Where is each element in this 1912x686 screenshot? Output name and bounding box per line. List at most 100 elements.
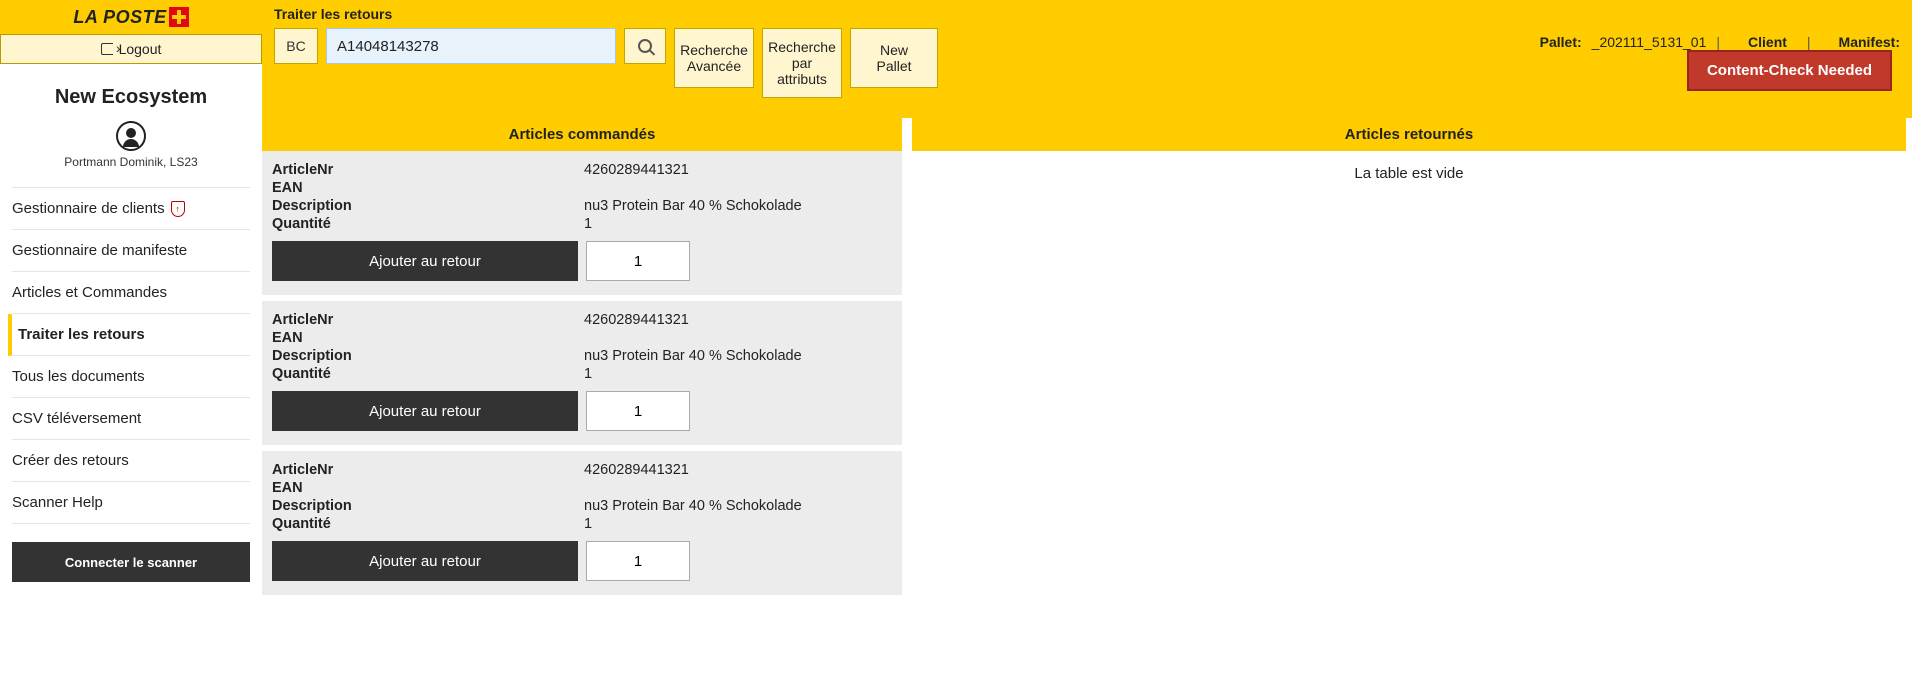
topbar: Traiter les retours BC Recherche Avancée…: [262, 0, 1912, 118]
article-actions: Ajouter au retour: [272, 391, 892, 431]
field-label: ArticleNr: [272, 162, 584, 178]
sidebar-item-label: Gestionnaire de clients: [12, 200, 165, 217]
logout-label: Logout: [119, 41, 162, 57]
sidebar-item-label: Scanner Help: [12, 494, 103, 511]
user-name: Portmann Dominik, LS23: [0, 155, 262, 169]
sidebar-item-label: Articles et Commandes: [12, 284, 167, 301]
bc-prefix-label: BC: [274, 28, 318, 64]
content-check-button[interactable]: Content-Check Needed: [1687, 50, 1892, 91]
article-row-articleNr: ArticleNr4260289441321: [272, 461, 892, 479]
article-row-quantity: Quantité1: [272, 215, 892, 233]
field-label: ArticleNr: [272, 462, 584, 478]
sidebar-item-label: Traiter les retours: [18, 326, 145, 343]
article-card: ArticleNr4260289441321EANDescriptionnu3 …: [262, 151, 902, 301]
search-button[interactable]: [624, 28, 666, 64]
return-qty-input[interactable]: [586, 391, 690, 431]
field-label: Description: [272, 498, 584, 514]
field-label: EAN: [272, 480, 584, 496]
field-label: Description: [272, 348, 584, 364]
logout-button[interactable]: Logout: [0, 34, 262, 64]
add-to-return-button[interactable]: Ajouter au retour: [272, 391, 578, 431]
field-value: nu3 Protein Bar 40 % Schokolade: [584, 198, 892, 214]
article-actions: Ajouter au retour: [272, 241, 892, 281]
field-value: 1: [584, 216, 892, 232]
shield-icon: ↑: [171, 201, 185, 217]
sidebar-item-label: Tous les documents: [12, 368, 145, 385]
add-to-return-button[interactable]: Ajouter au retour: [272, 241, 578, 281]
new-pallet-button[interactable]: New Pallet: [850, 28, 938, 88]
field-value: [584, 330, 892, 346]
avatar: [0, 109, 262, 155]
client-info: Client |: [1748, 34, 1811, 50]
attribute-search-button[interactable]: Recherche par attributs: [762, 28, 842, 98]
sidebar-item-2[interactable]: Articles et Commandes: [12, 272, 250, 314]
article-row-articleNr: ArticleNr4260289441321: [272, 311, 892, 329]
meta-info: Pallet: _202111_5131_01 | Client | Manif…: [1540, 28, 1900, 50]
field-label: EAN: [272, 330, 584, 346]
article-actions: Ajouter au retour: [272, 541, 892, 581]
brand-name: LA POSTE: [73, 7, 166, 28]
article-row-articleNr: ArticleNr4260289441321: [272, 161, 892, 179]
client-label: Client: [1748, 34, 1787, 50]
ordered-header: Articles commandés: [262, 118, 902, 151]
sidebar-item-label: Gestionnaire de manifeste: [12, 242, 187, 259]
sidebar-nav: Gestionnaire de clients↑Gestionnaire de …: [0, 187, 262, 524]
field-label: Description: [272, 198, 584, 214]
article-row-description: Descriptionnu3 Protein Bar 40 % Schokola…: [272, 347, 892, 365]
add-to-return-button[interactable]: Ajouter au retour: [272, 541, 578, 581]
field-label: Quantité: [272, 366, 584, 382]
field-label: ArticleNr: [272, 312, 584, 328]
field-label: EAN: [272, 180, 584, 196]
logout-icon: [101, 43, 113, 55]
returned-empty-message: La table est vide: [912, 151, 1906, 196]
sidebar-item-0[interactable]: Gestionnaire de clients ↑: [12, 187, 250, 230]
sidebar-item-5[interactable]: CSV téléversement: [12, 398, 250, 440]
manifest-label: Manifest:: [1839, 34, 1900, 50]
sidebar-item-7[interactable]: Scanner Help: [12, 482, 250, 524]
page-title: Traiter les retours: [274, 6, 1900, 22]
user-icon: [116, 121, 146, 151]
article-row-description: Descriptionnu3 Protein Bar 40 % Schokola…: [272, 197, 892, 215]
article-row-description: Descriptionnu3 Protein Bar 40 % Schokola…: [272, 497, 892, 515]
content-area: Articles commandés ArticleNr426028944132…: [262, 118, 1912, 686]
pallet-value: _202111_5131_01: [1592, 34, 1707, 50]
manifest-info: Manifest:: [1839, 34, 1900, 50]
article-row-ean: EAN: [272, 329, 892, 347]
connect-scanner-button[interactable]: Connecter le scanner: [12, 542, 250, 582]
article-row-quantity: Quantité1: [272, 515, 892, 533]
field-value: nu3 Protein Bar 40 % Schokolade: [584, 348, 892, 364]
pallet-label: Pallet:: [1540, 34, 1582, 50]
return-qty-input[interactable]: [586, 541, 690, 581]
divider: |: [1716, 34, 1720, 50]
return-qty-input[interactable]: [586, 241, 690, 281]
returned-header: Articles retournés: [912, 118, 1906, 151]
sidebar-item-label: Créer des retours: [12, 452, 129, 469]
divider: |: [1807, 34, 1811, 50]
topbar-row: BC Recherche Avancée Recherche par attri…: [274, 28, 1900, 98]
field-label: Quantité: [272, 216, 584, 232]
ordered-articles-list: ArticleNr4260289441321EANDescriptionnu3 …: [262, 151, 902, 601]
sidebar-item-1[interactable]: Gestionnaire de manifeste: [12, 230, 250, 272]
article-row-quantity: Quantité1: [272, 365, 892, 383]
field-label: Quantité: [272, 516, 584, 532]
sidebar-item-3[interactable]: Traiter les retours: [8, 314, 250, 356]
field-value: [584, 180, 892, 196]
sidebar: LA POSTE Logout New Ecosystem Portmann D…: [0, 0, 262, 686]
sidebar-item-6[interactable]: Créer des retours: [12, 440, 250, 482]
field-value: 1: [584, 366, 892, 382]
sidebar-item-4[interactable]: Tous les documents: [12, 356, 250, 398]
field-value: 4260289441321: [584, 162, 892, 178]
sidebar-item-label: CSV téléversement: [12, 410, 141, 427]
barcode-input[interactable]: [326, 28, 616, 64]
field-value: 4260289441321: [584, 462, 892, 478]
advanced-search-button[interactable]: Recherche Avancée: [674, 28, 754, 88]
brand-plus-icon: [169, 7, 189, 27]
field-value: nu3 Protein Bar 40 % Schokolade: [584, 498, 892, 514]
brand-logo: LA POSTE: [0, 0, 262, 34]
article-row-ean: EAN: [272, 179, 892, 197]
returned-articles-column: Articles retournés La table est vide: [912, 118, 1906, 686]
search-icon: [638, 39, 652, 53]
ordered-articles-column: Articles commandés ArticleNr426028944132…: [262, 118, 902, 686]
field-value: 4260289441321: [584, 312, 892, 328]
article-card: ArticleNr4260289441321EANDescriptionnu3 …: [262, 451, 902, 601]
